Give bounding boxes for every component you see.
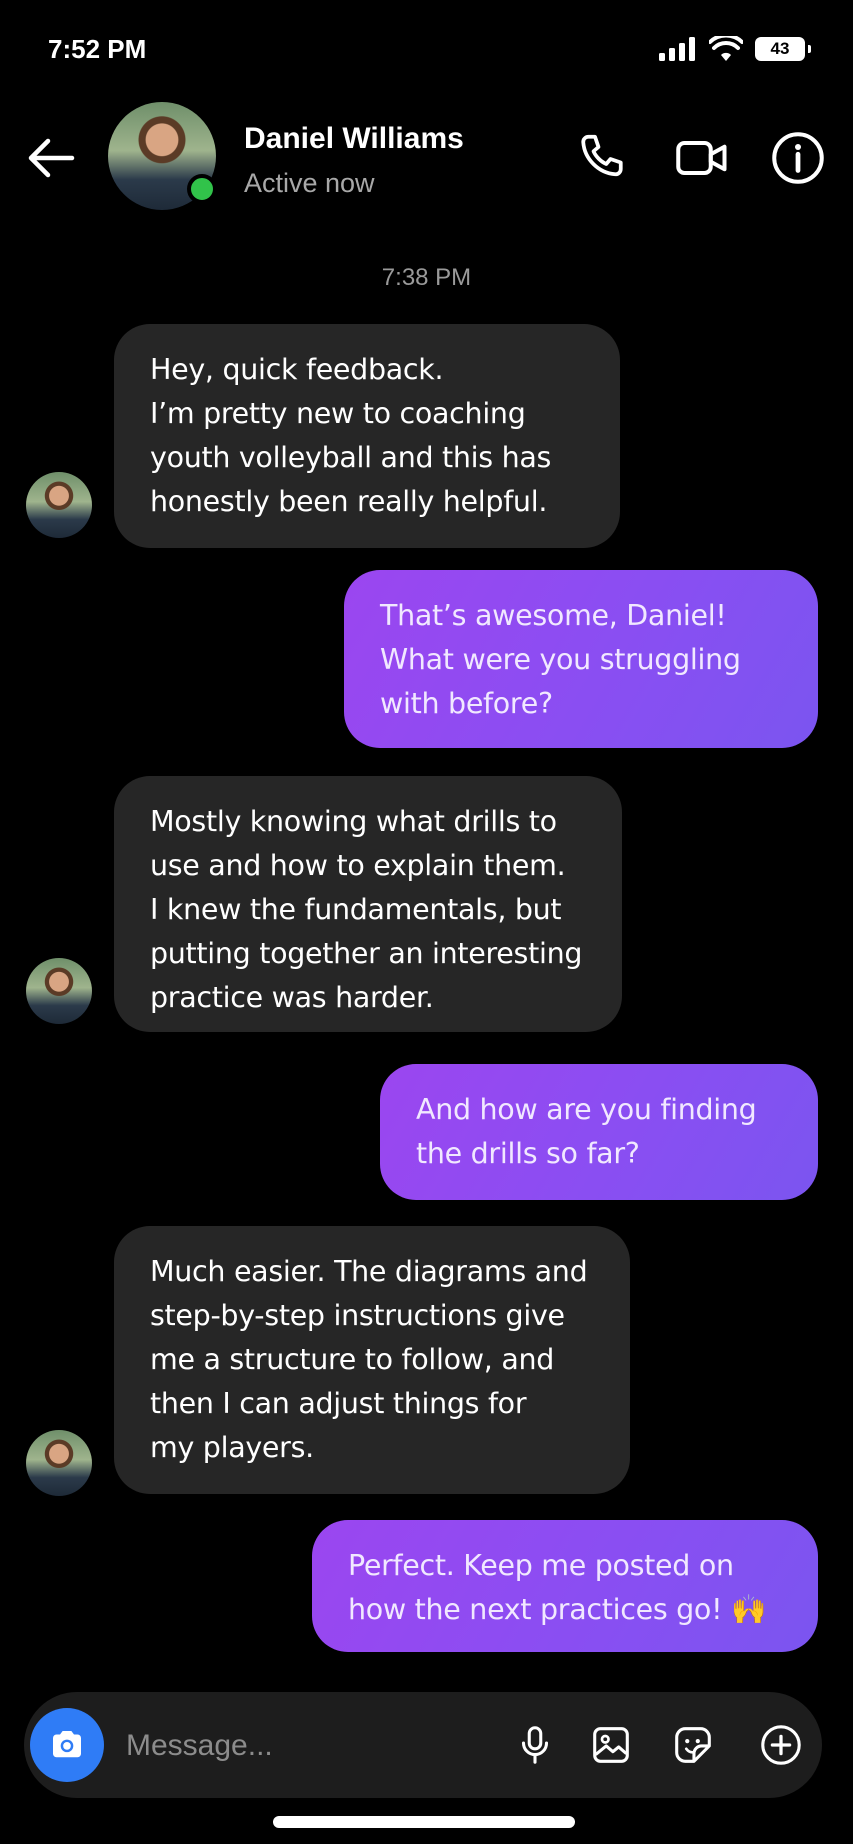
message-line: Much easier. The diagrams and bbox=[150, 1255, 588, 1288]
incoming-message[interactable]: Much easier. The diagrams and step-by-st… bbox=[114, 1226, 630, 1494]
phone-icon bbox=[581, 134, 623, 177]
call-button[interactable] bbox=[572, 128, 632, 188]
message-line: And how are you finding bbox=[416, 1093, 757, 1126]
message-line: step-by-step instructions give bbox=[150, 1299, 565, 1332]
message-line: the drills so far? bbox=[416, 1137, 640, 1170]
message-input[interactable] bbox=[124, 1720, 428, 1772]
back-button[interactable] bbox=[22, 128, 82, 188]
camera-icon bbox=[53, 1731, 81, 1758]
message-line: me a structure to follow, and bbox=[150, 1343, 555, 1376]
status-icons: 43 bbox=[659, 34, 811, 64]
status-bar: 7:52 PM 43 bbox=[0, 0, 853, 100]
chat-header: Daniel Williams Active now bbox=[0, 100, 853, 230]
signal-icon bbox=[659, 37, 695, 61]
active-presence-dot bbox=[187, 174, 217, 204]
wifi-icon bbox=[709, 36, 743, 61]
camera-button[interactable] bbox=[30, 1708, 104, 1782]
battery-level: 43 bbox=[770, 39, 790, 58]
battery-icon: 43 bbox=[755, 37, 811, 61]
message-line: use and how to explain them. bbox=[150, 849, 566, 882]
message-line: putting together an interesting bbox=[150, 937, 583, 970]
image-icon bbox=[593, 1727, 629, 1763]
message-line: youth volleyball and this has bbox=[150, 441, 552, 474]
video-call-button[interactable] bbox=[672, 128, 732, 188]
sender-avatar[interactable] bbox=[26, 472, 92, 538]
contact-name[interactable]: Daniel Williams bbox=[244, 122, 464, 156]
outgoing-message[interactable]: That’s awesome, Daniel! What were you st… bbox=[344, 570, 818, 748]
message-line: I’m pretty new to coaching bbox=[150, 397, 526, 430]
arrow-left-icon bbox=[28, 138, 75, 178]
conversation-timestamp: 7:38 PM bbox=[381, 264, 472, 291]
message-line: then I can adjust things for bbox=[150, 1387, 527, 1420]
contact-status: Active now bbox=[244, 168, 375, 198]
info-icon bbox=[772, 132, 824, 184]
message-line: practice was harder. bbox=[150, 981, 434, 1014]
gallery-button[interactable] bbox=[588, 1722, 634, 1768]
message-line: Mostly knowing what drills to bbox=[150, 805, 557, 838]
sender-avatar[interactable] bbox=[26, 958, 92, 1024]
message-line: That’s awesome, Daniel! bbox=[380, 599, 727, 632]
message-line: with before? bbox=[380, 687, 553, 720]
home-indicator[interactable] bbox=[273, 1816, 575, 1828]
status-time: 7:52 PM bbox=[48, 34, 147, 64]
incoming-message[interactable]: Hey, quick feedback. I’m pretty new to c… bbox=[114, 324, 620, 548]
message-composer bbox=[24, 1692, 822, 1798]
message-line: What were you struggling bbox=[380, 643, 741, 676]
outgoing-message[interactable]: And how are you finding the drills so fa… bbox=[380, 1064, 818, 1200]
outgoing-message[interactable]: Perfect. Keep me posted on how the next … bbox=[312, 1520, 818, 1652]
voice-message-button[interactable] bbox=[512, 1722, 558, 1768]
message-line: my players. bbox=[150, 1431, 314, 1464]
sticker-icon bbox=[675, 1727, 711, 1763]
plus-circle-icon bbox=[761, 1725, 801, 1765]
microphone-icon bbox=[521, 1726, 549, 1764]
sender-avatar[interactable] bbox=[26, 1430, 92, 1496]
more-options-button[interactable] bbox=[758, 1722, 804, 1768]
message-line: Perfect. Keep me posted on bbox=[348, 1549, 734, 1582]
incoming-message[interactable]: Mostly knowing what drills to use and ho… bbox=[114, 776, 622, 1032]
message-line: honestly been really helpful. bbox=[150, 485, 548, 518]
video-camera-icon bbox=[676, 141, 727, 175]
message-line: I knew the fundamentals, but bbox=[150, 893, 562, 926]
message-line: Hey, quick feedback. bbox=[150, 353, 444, 386]
sticker-button[interactable] bbox=[670, 1722, 716, 1768]
message-line: how the next practices go! 🙌 bbox=[348, 1593, 767, 1626]
info-button[interactable] bbox=[768, 128, 828, 188]
